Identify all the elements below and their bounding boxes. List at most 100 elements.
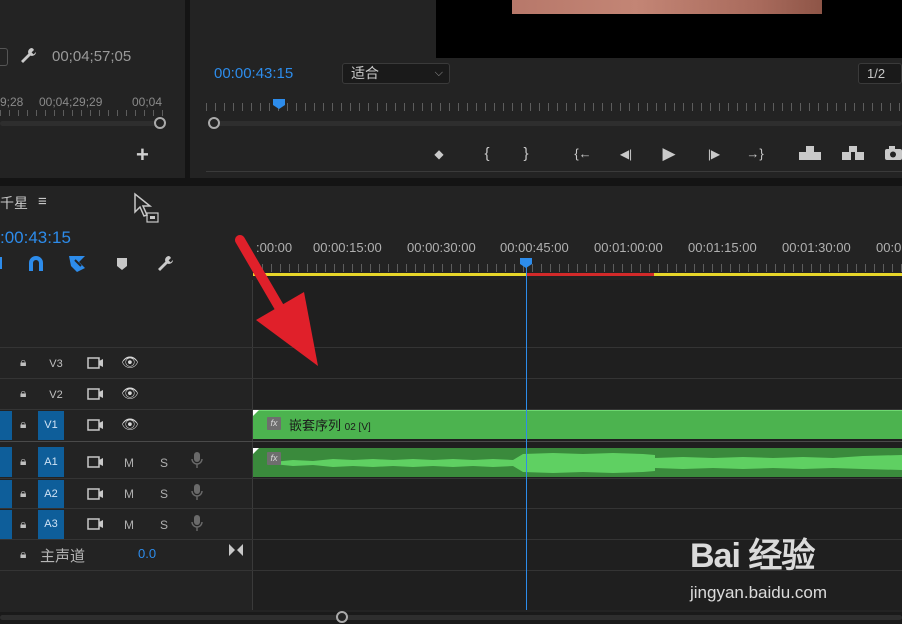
- resolution-dropdown[interactable]: 1/2: [858, 63, 902, 84]
- sync-lock-icon[interactable]: [87, 356, 105, 370]
- master-track-label: 主声道: [40, 548, 86, 565]
- sync-lock-icon[interactable]: [87, 487, 105, 501]
- timeline-settings-wrench-icon[interactable]: [155, 254, 175, 274]
- lock-icon[interactable]: 🔒︎: [20, 355, 26, 370]
- scroll-track[interactable]: [0, 615, 902, 620]
- lock-icon[interactable]: 🔒︎: [20, 547, 26, 562]
- ruler-label: 00:01:15:00: [688, 240, 757, 255]
- mute-button[interactable]: M: [124, 487, 134, 501]
- track-separator: [0, 378, 902, 379]
- snap-magnet-icon[interactable]: [26, 255, 46, 273]
- go-to-in-button[interactable]: {←: [570, 143, 596, 165]
- step-forward-button[interactable]: |▶: [702, 143, 726, 165]
- ruler-label: 00:0: [876, 240, 902, 255]
- sequence-tab-name[interactable]: 千星: [0, 193, 28, 213]
- mute-button[interactable]: M: [124, 518, 134, 532]
- source-patch-a3[interactable]: [0, 510, 12, 539]
- track-target-a2[interactable]: A2: [38, 480, 64, 508]
- lift-button[interactable]: [797, 143, 823, 165]
- audio-waveform: [273, 453, 902, 473]
- resolution-value: 1/2: [867, 66, 886, 81]
- playhead-line[interactable]: [526, 266, 527, 610]
- step-back-button[interactable]: ◀|: [614, 143, 638, 165]
- timeline-timecode[interactable]: :00:43:15: [0, 228, 71, 248]
- source-scroll-knob[interactable]: [154, 117, 166, 129]
- solo-button[interactable]: S: [160, 518, 168, 532]
- track-separator: [0, 478, 902, 479]
- timeline-ruler[interactable]: [253, 264, 902, 272]
- program-scroll-knob[interactable]: [208, 117, 220, 129]
- play-button[interactable]: ▶: [658, 143, 680, 165]
- solo-button[interactable]: S: [160, 456, 168, 470]
- add-marker-icon[interactable]: [115, 256, 129, 272]
- track-target-v3[interactable]: V3: [43, 351, 69, 377]
- go-to-edit-icon[interactable]: [228, 543, 244, 557]
- track-separator: [0, 441, 902, 442]
- microphone-icon[interactable]: [191, 483, 203, 501]
- track-target-a1[interactable]: A1: [38, 447, 64, 477]
- linked-selection-icon[interactable]: [67, 254, 87, 274]
- microphone-icon[interactable]: [191, 451, 203, 469]
- panel-menu-icon[interactable]: ≡: [38, 193, 47, 210]
- source-scrollbar[interactable]: [0, 121, 160, 126]
- selection-tool-icon[interactable]: [132, 192, 160, 224]
- source-ruler-label: 00;04: [132, 95, 163, 109]
- solo-button[interactable]: S: [160, 487, 168, 501]
- nest-icon[interactable]: [0, 257, 6, 269]
- source-patch-v1[interactable]: [0, 411, 12, 440]
- fit-value: 适合: [351, 65, 379, 81]
- baidu-jingyan-watermark-logo: Bai 经验: [690, 537, 815, 575]
- ruler-label: 00:00:45:00: [500, 240, 569, 255]
- program-timecode[interactable]: 00:00:43:15: [214, 65, 293, 82]
- track-target-a3[interactable]: A3: [38, 510, 64, 539]
- sync-lock-icon[interactable]: [87, 418, 105, 432]
- wrench-icon[interactable]: [18, 46, 38, 66]
- lock-icon[interactable]: 🔒︎: [20, 486, 26, 501]
- program-scrollbar[interactable]: [212, 121, 902, 126]
- add-marker-button[interactable]: ◆: [428, 143, 450, 165]
- export-frame-icon[interactable]: [884, 143, 902, 165]
- source-button-edge[interactable]: [0, 48, 8, 66]
- eye-icon[interactable]: 👁︎: [121, 416, 139, 433]
- lock-icon[interactable]: 🔒︎: [20, 417, 26, 432]
- clip-suffix: 02 [V]: [344, 422, 371, 433]
- microphone-icon[interactable]: [191, 514, 203, 532]
- mark-in-button[interactable]: {: [476, 143, 498, 165]
- ruler-label: 00:01:30:00: [782, 240, 851, 255]
- sync-lock-icon[interactable]: [87, 455, 105, 469]
- add-button[interactable]: +: [136, 142, 149, 168]
- eye-icon[interactable]: 👁︎: [121, 385, 139, 402]
- timeline-scroll-knob[interactable]: [336, 611, 348, 623]
- video-clip-nested-sequence[interactable]: fx 嵌套序列 02 [V]: [253, 410, 902, 439]
- track-separator: [0, 347, 902, 348]
- extract-button[interactable]: [840, 143, 866, 165]
- track-target-v2[interactable]: V2: [43, 382, 69, 408]
- mute-button[interactable]: M: [124, 456, 134, 470]
- master-volume-value[interactable]: 0.0: [138, 546, 156, 561]
- go-to-out-button[interactable]: →}: [742, 143, 768, 165]
- source-patch-a1[interactable]: [0, 447, 12, 477]
- source-monitor-panel: [0, 0, 185, 178]
- chevron-down-icon: ⌵: [434, 67, 443, 79]
- mark-out-button[interactable]: }: [515, 143, 537, 165]
- clip-name: 嵌套序列 02 [V]: [289, 415, 371, 434]
- source-ruler[interactable]: [0, 110, 170, 116]
- ruler-label: 00:01:00:00: [594, 240, 663, 255]
- fit-dropdown[interactable]: 适合 ⌵: [342, 63, 450, 84]
- source-patch-a2[interactable]: [0, 480, 12, 508]
- sync-lock-icon[interactable]: [87, 387, 105, 401]
- fx-badge: fx: [267, 452, 281, 465]
- lock-icon[interactable]: 🔒︎: [20, 454, 26, 469]
- track-target-v1[interactable]: V1: [38, 411, 64, 440]
- source-ruler-label: 00;04;29;29: [39, 95, 103, 109]
- lock-icon[interactable]: 🔒︎: [20, 517, 26, 532]
- sync-lock-icon[interactable]: [87, 517, 105, 531]
- eye-icon[interactable]: 👁︎: [121, 354, 139, 371]
- program-ruler[interactable]: [206, 103, 902, 111]
- program-video-image: [512, 0, 822, 14]
- source-ruler-label: 9;28: [0, 95, 24, 109]
- lock-icon[interactable]: 🔒︎: [20, 386, 26, 401]
- annotation-arrow-icon: [232, 232, 332, 372]
- source-duration: 00;04;57;05: [52, 48, 132, 65]
- audio-clip[interactable]: fx: [253, 448, 902, 477]
